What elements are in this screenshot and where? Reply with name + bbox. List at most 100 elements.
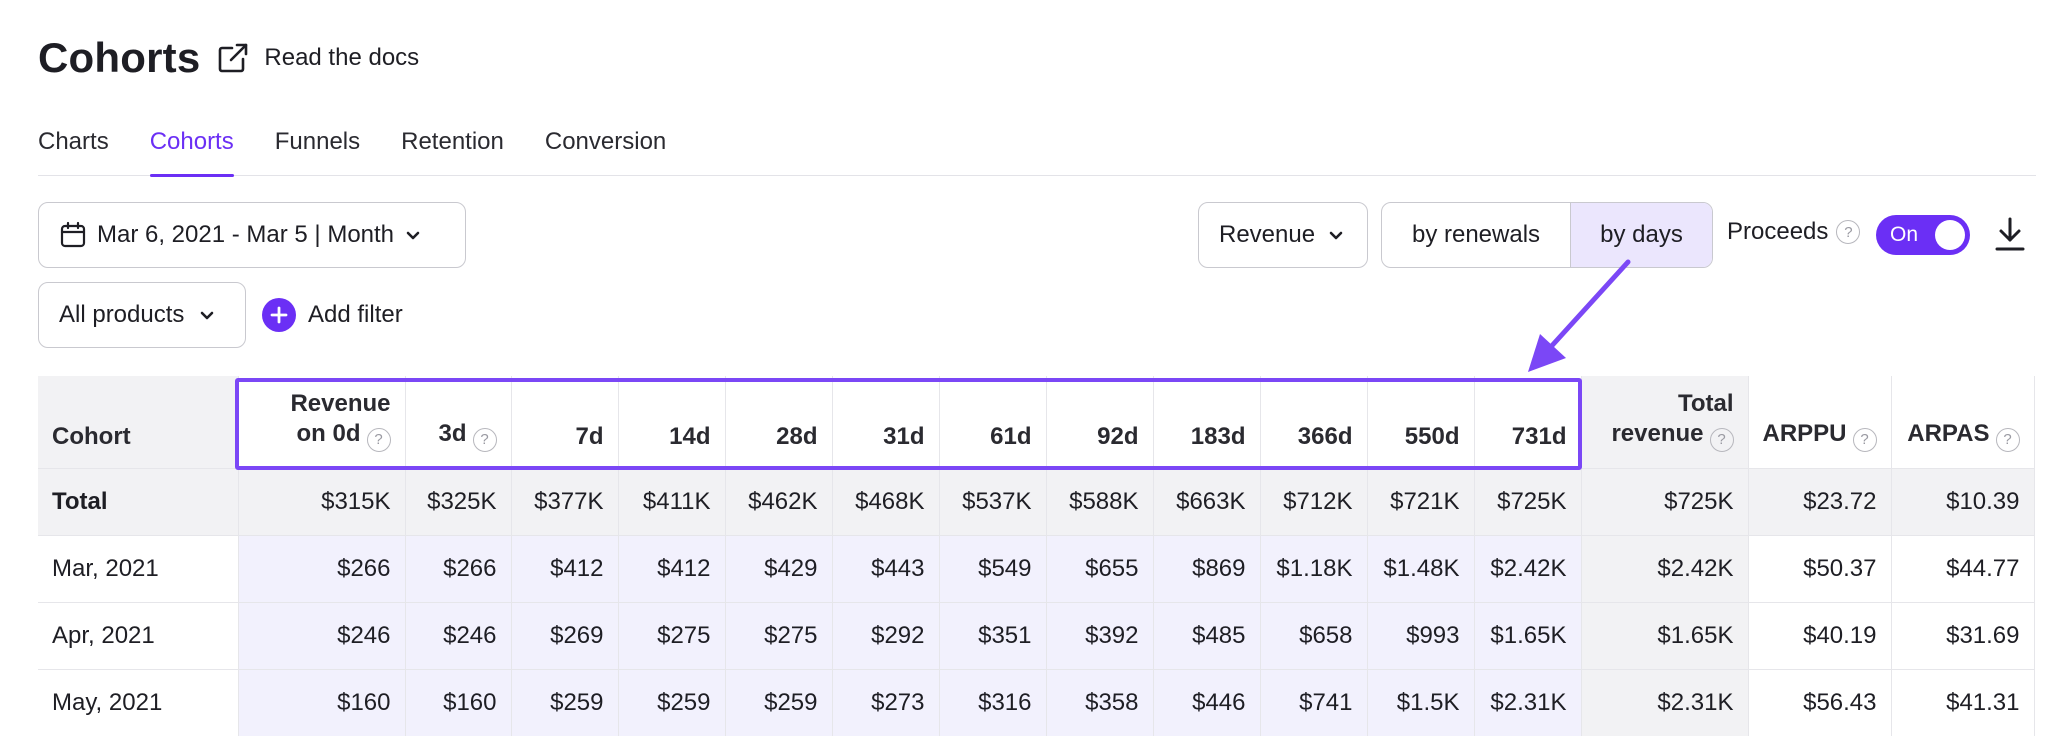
col-header-28d: 28d <box>725 376 833 468</box>
cohorts-table: Cohort Revenue on 0d? 3d? 7d 14d 28d 31d… <box>38 376 2035 736</box>
col-header-7d: 7d <box>511 376 619 468</box>
value-cell: $869 <box>1153 534 1261 602</box>
value-cell: $259 <box>511 668 619 736</box>
value-cell: $663K <box>1153 467 1261 535</box>
value-cell: $429 <box>725 534 833 602</box>
by-days-option[interactable]: by days <box>1571 203 1712 267</box>
value-cell: $1.65K <box>1474 601 1582 669</box>
col-header-arpas: ARPAS? <box>1891 376 2035 468</box>
value-cell: $412 <box>618 534 726 602</box>
value-cell: $1.18K <box>1260 534 1368 602</box>
toggle-knob <box>1935 220 1965 250</box>
value-cell: $377K <box>511 467 619 535</box>
value-cell: $315K <box>238 467 406 535</box>
value-cell: $412 <box>511 534 619 602</box>
value-cell: $358 <box>1046 668 1154 736</box>
col-header-3d: 3d? <box>405 376 512 468</box>
question-icon[interactable]: ? <box>1995 427 2020 452</box>
value-cell: $721K <box>1367 467 1475 535</box>
question-icon[interactable]: ? <box>1852 427 1877 452</box>
table-header-row: Cohort Revenue on 0d? 3d? 7d 14d 28d 31d… <box>38 376 2035 468</box>
value-cell: $2.42K <box>1474 534 1582 602</box>
external-link-icon[interactable] <box>216 41 250 75</box>
value-cell: $392 <box>1046 601 1154 669</box>
proceeds-toggle[interactable]: On <box>1876 215 1970 255</box>
col-header-arppu: ARPPU? <box>1748 376 1892 468</box>
question-icon[interactable]: ? <box>1836 220 1861 244</box>
page-header: Cohorts Read the docs <box>38 30 419 86</box>
value-cell: $443 <box>832 534 940 602</box>
question-icon[interactable]: ? <box>1709 427 1734 452</box>
col-header-550d: 550d <box>1367 376 1475 468</box>
by-renewals-option[interactable]: by renewals <box>1382 203 1571 267</box>
chevron-down-icon <box>1327 226 1345 244</box>
cohort-cell: Apr, 2021 <box>38 601 239 669</box>
value-cell: $658 <box>1260 601 1368 669</box>
read-docs-link[interactable]: Read the docs <box>264 44 419 72</box>
arpas-cell: $10.39 <box>1891 467 2035 535</box>
arpas-cell: $41.31 <box>1891 668 2035 736</box>
value-cell: $1.5K <box>1367 668 1475 736</box>
value-cell: $468K <box>832 467 940 535</box>
question-icon[interactable]: ? <box>366 427 391 452</box>
chevron-down-icon <box>198 306 216 324</box>
col-header-731d: 731d <box>1474 376 1582 468</box>
add-filter-label: Add filter <box>308 301 403 328</box>
total-revenue-cell: $725K <box>1581 467 1749 535</box>
add-filter-button[interactable]: Add filter <box>262 298 403 332</box>
download-icon[interactable] <box>1994 216 2026 252</box>
value-cell: $712K <box>1260 467 1368 535</box>
tab-cohorts[interactable]: Cohorts <box>149 120 234 177</box>
col-header-183d: 183d <box>1153 376 1261 468</box>
value-cell: $655 <box>1046 534 1154 602</box>
col-header-cohort: Cohort <box>38 376 239 468</box>
page-title: Cohorts <box>38 34 201 81</box>
tab-conversion[interactable]: Conversion <box>545 120 666 176</box>
metric-dropdown[interactable]: Revenue <box>1198 202 1368 268</box>
value-cell: $266 <box>238 534 406 602</box>
tab-retention[interactable]: Retention <box>401 120 504 176</box>
value-cell: $259 <box>725 668 833 736</box>
value-cell: $446 <box>1153 668 1261 736</box>
date-range-label: Mar 6, 2021 - Mar 5 | Month <box>97 221 395 248</box>
products-label: All products <box>59 301 185 328</box>
value-cell: $537K <box>939 467 1047 535</box>
value-cell: $269 <box>511 601 619 669</box>
value-cell: $275 <box>725 601 833 669</box>
value-cell: $266 <box>405 534 512 602</box>
value-cell: $411K <box>618 467 726 535</box>
tab-funnels[interactable]: Funnels <box>275 120 360 176</box>
cohort-cell: May, 2021 <box>38 668 239 736</box>
date-range-dropdown[interactable]: Mar 6, 2021 - Mar 5 | Month <box>38 202 466 268</box>
value-cell: $993 <box>1367 601 1475 669</box>
value-cell: $160 <box>238 668 406 736</box>
value-cell: $273 <box>832 668 940 736</box>
question-icon[interactable]: ? <box>472 427 497 452</box>
value-cell: $325K <box>405 467 512 535</box>
value-cell: $485 <box>1153 601 1261 669</box>
toggle-state-label: On <box>1890 223 1919 246</box>
value-cell: $259 <box>618 668 726 736</box>
arppu-cell: $40.19 <box>1748 601 1892 669</box>
value-cell: $1.48K <box>1367 534 1475 602</box>
chevron-down-icon <box>404 226 422 244</box>
total-revenue-cell: $2.42K <box>1581 534 1749 602</box>
table-row: Apr, 2021 $246 $246 $269 $275 $275 $292 … <box>38 601 2035 669</box>
arppu-cell: $56.43 <box>1748 668 1892 736</box>
arppu-cell: $23.72 <box>1748 467 1892 535</box>
products-dropdown[interactable]: All products <box>38 282 246 348</box>
col-header-366d: 366d <box>1260 376 1368 468</box>
value-cell: $275 <box>618 601 726 669</box>
col-header-revenue-0d: Revenue on 0d? <box>238 376 406 468</box>
table-row-total: Total $315K $325K $377K $411K $462K $468… <box>38 467 2035 535</box>
value-cell: $549 <box>939 534 1047 602</box>
value-cell: $292 <box>832 601 940 669</box>
tab-charts[interactable]: Charts <box>38 120 109 176</box>
cohort-cell: Mar, 2021 <box>38 534 239 602</box>
col-header-92d: 92d <box>1046 376 1154 468</box>
calendar-icon <box>59 221 87 249</box>
total-revenue-cell: $1.65K <box>1581 601 1749 669</box>
annotation-arrow-icon <box>1528 259 1631 372</box>
proceeds-label: Proceeds <box>1727 218 1829 245</box>
metric-label: Revenue <box>1219 221 1316 248</box>
